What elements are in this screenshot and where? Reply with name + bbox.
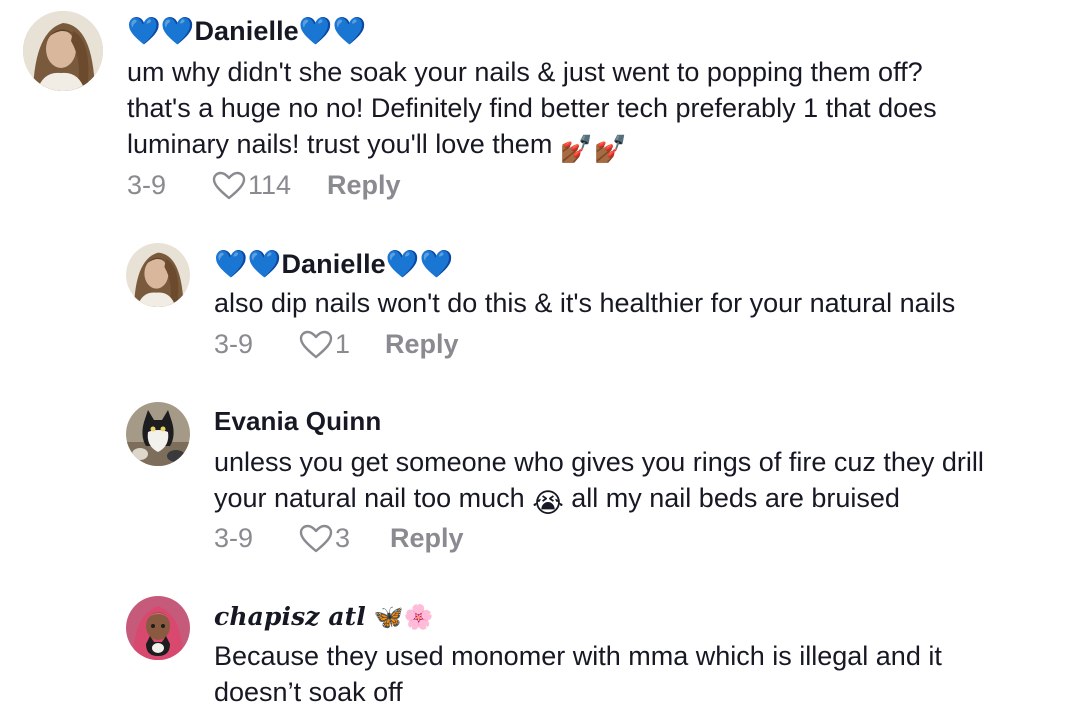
comment-1: 💙💙Danielle💙💙 um why didn't she soak your… (0, 0, 1086, 210)
like-count: 114 (248, 170, 292, 200)
username-text: Danielle (281, 249, 386, 279)
comment-username[interactable]: Evania Quinn (214, 406, 381, 437)
cat-avatar-icon (126, 402, 190, 466)
comment-date: 3-9 (214, 523, 254, 553)
username-suffix-emoji: 💙💙 (385, 249, 454, 279)
comment-username[interactable]: 💙💙Danielle💙💙 (214, 248, 453, 280)
heart-outline-icon (299, 330, 333, 358)
doll-avatar-icon (126, 596, 190, 660)
comment-text-fragment: all my nail beds are bruised (571, 483, 900, 513)
comment-text: unless you get someone who gives you rin… (214, 444, 984, 521)
comment-2: 💙💙Danielle💙💙 also dip nails won't do thi… (0, 210, 1086, 380)
avatar[interactable] (126, 243, 190, 307)
heart-outline-icon (212, 171, 246, 199)
comment-username[interactable]: chapisz atl 🦋🌸 (214, 601, 433, 632)
butterfly-flower-emoji: 🦋🌸 (373, 604, 434, 631)
username-prefix-emoji: 💙💙 (214, 249, 282, 279)
like-count: 1 (335, 329, 351, 359)
like-count: 3 (335, 523, 351, 553)
like-button[interactable]: 1 (299, 329, 350, 360)
reply-button[interactable]: Reply (327, 170, 401, 201)
comment-text: Because they used monomer with mma which… (214, 638, 942, 710)
comment-date: 3-9 (127, 170, 167, 200)
comment-text-line: that's a huge no no! Definitely find bet… (127, 93, 937, 123)
comment-text-line: luminary nails! trust you'll love them 💅… (127, 126, 937, 167)
comment-4: chapisz atl 🦋🌸 Because they used monomer… (0, 580, 1086, 716)
avatar-image-icon (126, 243, 190, 307)
comment-text-line: Because they used monomer with mma which… (214, 641, 942, 671)
comment-text-fragment: luminary nails! trust you'll love them (127, 129, 553, 159)
comment-3: Evania Quinn unless you get someone who … (0, 380, 1086, 580)
comment-date: 3-9 (214, 329, 254, 359)
comment-text-line: unless you get someone who gives you rin… (214, 447, 984, 477)
comment-meta: 3-9 1 Reply (214, 329, 614, 361)
comment-text-line: your natural nail too much 😭 all my nail… (214, 480, 984, 521)
like-button[interactable]: 3 (299, 523, 350, 554)
reply-button[interactable]: Reply (385, 329, 459, 360)
username-prefix-emoji: 💙💙 (127, 16, 195, 46)
heart-outline-icon (299, 524, 333, 552)
avatar[interactable] (126, 596, 190, 660)
like-button[interactable]: 114 (212, 170, 291, 201)
crying-face-emoji: 😭 (532, 488, 564, 518)
username-text: chapisz atl (214, 602, 366, 631)
comment-text-line: also dip nails won't do this & it's heal… (214, 288, 956, 318)
username-text: Danielle (194, 16, 299, 46)
comment-username[interactable]: 💙💙Danielle💙💙 (127, 15, 366, 47)
avatar[interactable] (126, 402, 190, 466)
comment-text-fragment: your natural nail too much (214, 483, 525, 513)
nail-polish-emoji: 💅🏾💅🏾 (559, 134, 628, 164)
avatar-image-icon (23, 11, 103, 91)
comment-text-line: um why didn't she soak your nails & just… (127, 57, 923, 87)
avatar[interactable] (23, 11, 103, 91)
comment-meta: 3-9 3 Reply (214, 523, 614, 555)
comment-text-line: doesn’t soak off (214, 677, 403, 707)
username-suffix-emoji: 💙💙 (298, 16, 367, 46)
comment-text: um why didn't she soak your nails & just… (127, 54, 937, 167)
comment-meta: 3-9 114 Reply (127, 170, 527, 202)
reply-button[interactable]: Reply (390, 523, 464, 554)
comment-text: also dip nails won't do this & it's heal… (214, 285, 955, 321)
